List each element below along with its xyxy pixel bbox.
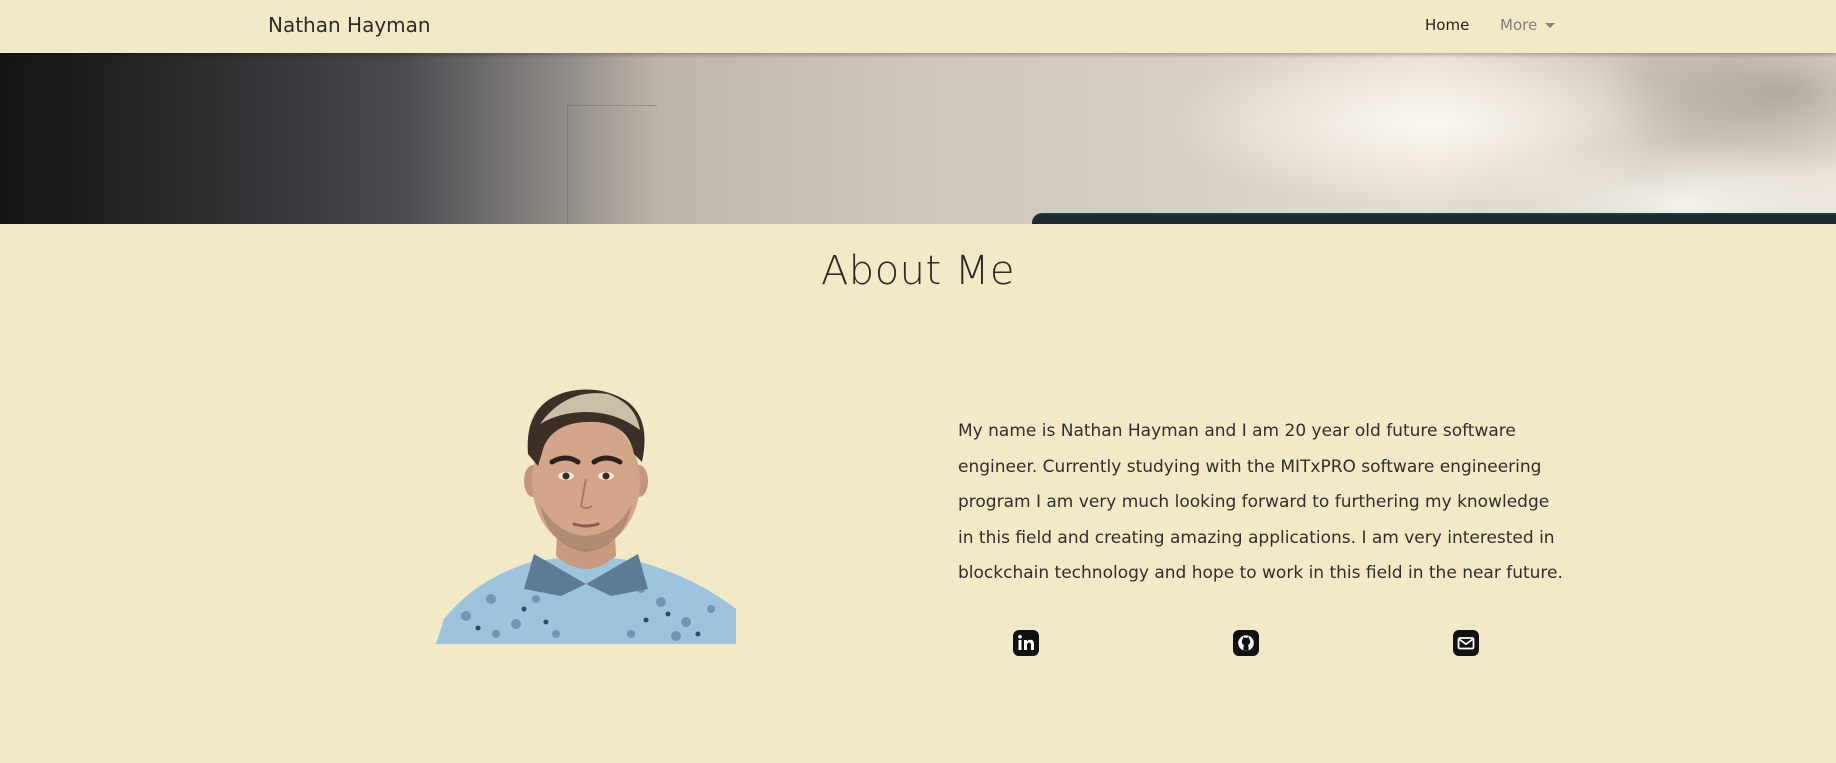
nav-more-label: More xyxy=(1500,16,1538,34)
linkedin-icon[interactable] xyxy=(1013,630,1039,656)
mail-icon[interactable] xyxy=(1453,630,1479,656)
hero-wall-frame xyxy=(567,105,657,224)
brand-link[interactable]: Nathan Hayman xyxy=(268,13,431,37)
profile-photo xyxy=(436,389,736,644)
hero-banner-image xyxy=(0,53,1836,224)
hero-light-overlay xyxy=(0,53,1836,224)
navbar: Nathan Hayman Home More xyxy=(0,0,1836,53)
hero-laptop-edge xyxy=(1032,213,1836,224)
page-title: About Me xyxy=(820,248,1016,294)
nav-more-dropdown[interactable]: More xyxy=(1500,16,1556,34)
github-icon[interactable] xyxy=(1233,630,1259,656)
nav-home-link[interactable]: Home xyxy=(1425,16,1469,34)
bio-text: My name is Nathan Hayman and I am 20 yea… xyxy=(958,421,1563,583)
chevron-down-icon xyxy=(1545,22,1556,28)
